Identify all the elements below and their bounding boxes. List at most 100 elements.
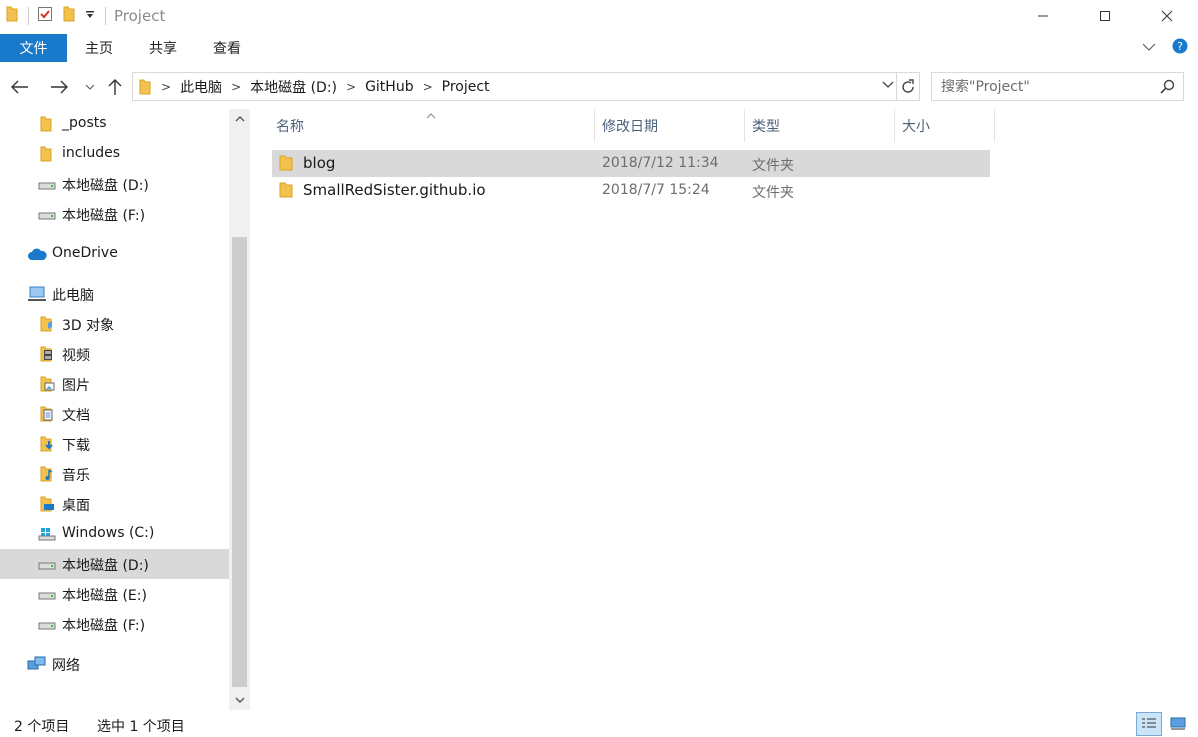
sidebar-item-label: 文档 [62, 408, 90, 424]
sidebar-item-label: _posts [62, 115, 107, 131]
sidebar-item-documents[interactable]: 文档 [0, 399, 229, 429]
drive-icon [37, 559, 57, 575]
toolbar-divider [28, 7, 29, 25]
sidebar-item-drive-f-quick[interactable]: 本地磁盘 (F:) [0, 199, 229, 229]
table-row[interactable]: blog 2018/7/12 11:34 文件夹 [272, 150, 990, 177]
sidebar-scrollbar[interactable] [229, 109, 250, 710]
sidebar-item-music[interactable]: 音乐 [0, 459, 229, 489]
address-bar[interactable]: > 此电脑 > 本地磁盘 (D:) > GitHub > Project [132, 72, 897, 101]
sidebar-item-drive-d-quick[interactable]: 本地磁盘 (D:) [0, 169, 229, 199]
title-bar: Project [0, 0, 1198, 32]
sidebar-item-downloads[interactable]: 下载 [0, 429, 229, 459]
chevron-right-icon[interactable]: > [231, 80, 241, 94]
search-icon[interactable] [1160, 79, 1175, 98]
sidebar-item-label: 本地磁盘 (D:) [62, 178, 149, 194]
status-bar: 2 个项目 选中 1 个项目 [0, 710, 1198, 737]
sidebar-item-this-pc[interactable]: 此电脑 [0, 279, 229, 309]
ribbon-controls: ? [1142, 33, 1188, 63]
tab-file[interactable]: 文件 [0, 34, 67, 62]
column-divider[interactable] [594, 109, 595, 142]
chevron-right-icon[interactable]: > [161, 80, 171, 94]
sidebar-item-pictures[interactable]: 图片 [0, 369, 229, 399]
minimize-button[interactable] [1012, 0, 1074, 32]
toolbar-divider [105, 7, 106, 25]
folder-icon [6, 6, 18, 26]
properties-icon[interactable] [37, 6, 53, 26]
maximize-button[interactable] [1074, 0, 1136, 32]
documents-icon [40, 406, 56, 426]
column-divider[interactable] [744, 109, 745, 142]
column-divider[interactable] [894, 109, 895, 142]
column-header-type[interactable]: 类型 [752, 109, 780, 142]
sidebar-item-posts[interactable]: _posts [0, 109, 229, 139]
customize-dropdown-icon[interactable] [85, 8, 95, 24]
details-view-button[interactable] [1136, 712, 1162, 736]
video-icon [40, 346, 56, 366]
sidebar-item-3d-objects[interactable]: 3D 对象 [0, 309, 229, 339]
sidebar-item-label: Windows (C:) [62, 525, 155, 541]
column-header-size[interactable]: 大小 [902, 109, 930, 142]
file-date: 2018/7/12 11:34 [602, 155, 719, 171]
file-type: 文件夹 [752, 158, 794, 174]
folder-icon [139, 79, 151, 95]
refresh-button[interactable] [897, 72, 920, 101]
recent-locations-button[interactable] [78, 75, 102, 99]
up-button[interactable] [103, 75, 127, 99]
sidebar-item-network[interactable]: 网络 [0, 649, 229, 679]
breadcrumb-drive-d[interactable]: 本地磁盘 (D:) [250, 77, 337, 97]
file-explorer-window: Project 文件 主页 共享 查看 ? > 此电脑 > 本地磁盘 (D:) … [0, 0, 1198, 737]
drive-icon [37, 209, 57, 225]
chevron-right-icon[interactable]: > [423, 80, 433, 94]
sidebar-item-desktop[interactable]: 桌面 [0, 489, 229, 519]
sidebar-item-label: 此电脑 [52, 288, 94, 304]
computer-icon [27, 286, 47, 306]
folder-icon [40, 146, 52, 166]
breadcrumb-github[interactable]: GitHub [365, 79, 414, 95]
column-divider[interactable] [994, 109, 995, 142]
breadcrumb-project[interactable]: Project [442, 79, 490, 95]
sidebar-item-windows-c[interactable]: Windows (C:) [0, 519, 229, 549]
sidebar-item-label: 本地磁盘 (F:) [62, 618, 146, 634]
sidebar-item-videos[interactable]: 视频 [0, 339, 229, 369]
help-icon[interactable]: ? [1172, 38, 1188, 58]
cloud-icon [27, 248, 47, 265]
back-button[interactable] [8, 75, 32, 99]
tab-home[interactable]: 主页 [67, 38, 131, 58]
scroll-up-icon[interactable] [229, 109, 250, 129]
chevron-down-icon[interactable] [882, 79, 894, 95]
folder-icon [40, 116, 52, 136]
column-header-date[interactable]: 修改日期 [602, 109, 658, 142]
network-icon [27, 656, 47, 676]
close-button[interactable] [1136, 0, 1198, 32]
tab-view[interactable]: 查看 [195, 38, 259, 58]
large-icons-view-button[interactable] [1165, 712, 1191, 736]
sidebar-item-label: 图片 [62, 378, 90, 394]
sidebar-item-label: 视频 [62, 348, 90, 364]
sidebar-item-label: 本地磁盘 (F:) [62, 208, 146, 224]
tab-share[interactable]: 共享 [131, 38, 195, 58]
forward-button[interactable] [47, 75, 71, 99]
sidebar-item-drive-f[interactable]: 本地磁盘 (F:) [0, 609, 229, 639]
sidebar-item-onedrive[interactable]: OneDrive [0, 239, 229, 269]
table-row[interactable]: SmallRedSister.github.io 2018/7/7 15:24 … [272, 177, 990, 204]
column-header-name[interactable]: 名称 [276, 109, 304, 142]
search-input[interactable] [941, 78, 1151, 95]
sidebar-item-includes[interactable]: includes [0, 139, 229, 169]
breadcrumb-this-pc[interactable]: 此电脑 [180, 77, 222, 97]
sidebar-item-drive-d[interactable]: 本地磁盘 (D:) [0, 549, 229, 579]
search-box[interactable] [931, 72, 1184, 101]
sidebar-item-label: 本地磁盘 (E:) [62, 588, 147, 604]
chevron-right-icon[interactable]: > [346, 80, 356, 94]
drive-icon [37, 619, 57, 635]
sidebar-item-label: 音乐 [62, 468, 90, 484]
3d-objects-icon [40, 316, 56, 336]
expand-ribbon-icon[interactable] [1142, 40, 1156, 56]
navigation-pane: _posts includes 本地磁盘 (D:) 本地磁盘 (F:) OneD… [0, 109, 229, 710]
window-title: Project [114, 7, 166, 25]
new-folder-icon[interactable] [63, 6, 75, 26]
sidebar-item-drive-e[interactable]: 本地磁盘 (E:) [0, 579, 229, 609]
folder-icon [279, 182, 293, 202]
window-controls [1012, 0, 1198, 32]
scroll-down-icon[interactable] [229, 690, 250, 710]
scrollbar-thumb[interactable] [232, 237, 247, 687]
